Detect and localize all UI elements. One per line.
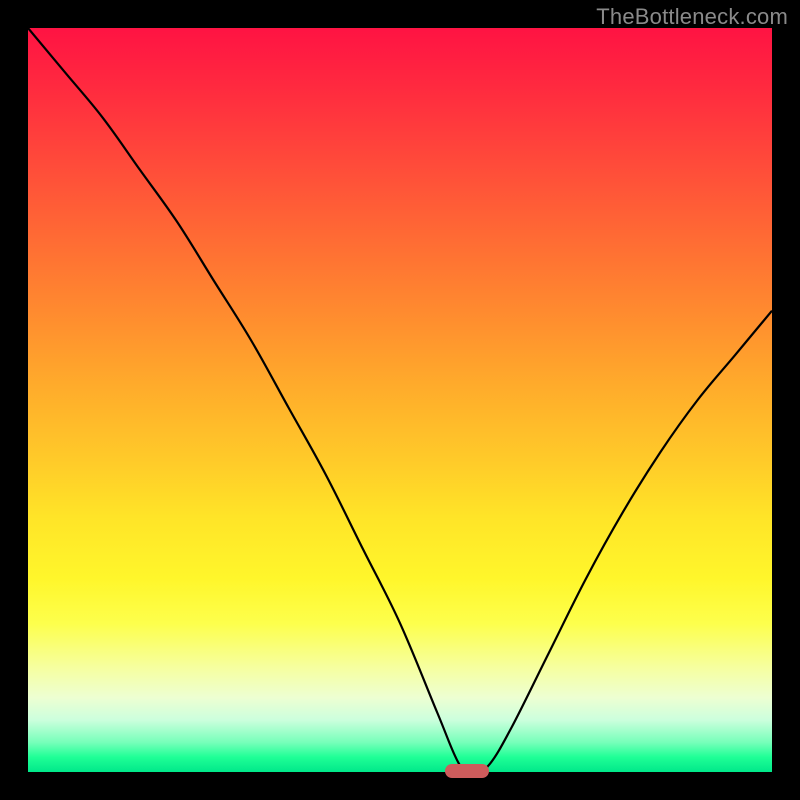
plot-area [28,28,772,772]
chart-frame: TheBottleneck.com [0,0,800,800]
watermark-text: TheBottleneck.com [596,4,788,30]
curve-path [28,28,772,772]
bottleneck-curve [28,28,772,772]
optimum-marker [445,764,490,778]
